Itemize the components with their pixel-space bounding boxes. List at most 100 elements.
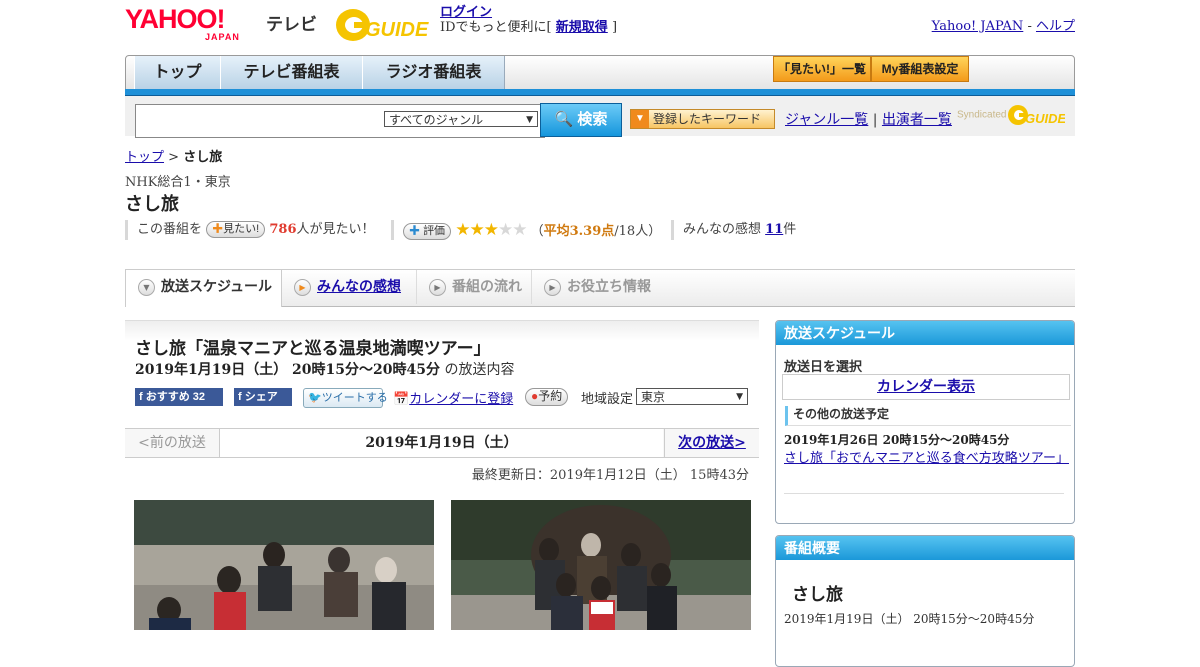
keyword-button-label: 登録したキーワード: [653, 112, 762, 126]
nav-tab-radio-schedule[interactable]: ラジオ番組表: [362, 56, 505, 89]
keyword-button[interactable]: ▼ 登録したキーワード: [630, 109, 775, 129]
triangle-down-icon: ▼: [631, 110, 649, 128]
search-area: すべてのジャンル ▼ 🔍 検索 ▼ 登録したキーワード ジャンル一覧 | 出演者一…: [125, 96, 1075, 138]
tweet-label: ツイートする: [321, 392, 388, 404]
calendar-register[interactable]: 📅カレンダーに登録: [393, 388, 513, 407]
other-broadcasts-heading: その他の放送予定: [785, 406, 1071, 426]
my-schedule-button[interactable]: My番組表設定: [871, 56, 969, 82]
performer-list-link[interactable]: 出演者一覧: [882, 112, 952, 128]
divider: [784, 493, 1064, 494]
rating-button[interactable]: ✚ 評価: [403, 223, 452, 240]
episode-box: さし旅「温泉マニアと巡る温泉地満喫ツアー」 2019年1月19日（土） 20時1…: [125, 320, 759, 413]
play-icon: ▶: [429, 278, 446, 296]
select-date-label: 放送日を選択: [784, 360, 863, 375]
genre-select[interactable]: すべてのジャンル ▼: [384, 111, 538, 127]
episode-photo-1: [134, 500, 434, 630]
episode-datetime-line: 2019年1月19日（土） 20時15分～20時45分 の放送内容: [135, 359, 514, 379]
tab-impressions-label: みんなの感想: [317, 279, 401, 295]
global-nav: トップ テレビ番組表 ラジオ番組表 「見たい!」一覧 My番組表設定: [125, 55, 1075, 91]
episode-photo-2: [451, 500, 751, 630]
impressions-unit: 件: [783, 222, 797, 237]
logo-japan-text: JAPAN: [205, 32, 240, 42]
mitai-suffix: 人が見たい！: [296, 222, 375, 237]
mitai-button[interactable]: ✚見たい!: [206, 221, 266, 238]
gguide-small-logo: GUIDE: [1008, 105, 1067, 126]
syndicated-badge: Syndicated GUIDE: [957, 104, 1067, 126]
other-broadcast-date: 2019年1月26日 20時15分～20時45分: [784, 433, 1010, 447]
tab-info[interactable]: ▶ お役立ち情報: [532, 270, 667, 304]
nav-tab-top[interactable]: トップ: [134, 56, 221, 89]
login-area: ログイン IDでもっと便利に[ 新規取得 ]: [440, 5, 617, 35]
mitai-button-label: 見たい!: [223, 223, 260, 235]
plus-icon: ✚: [212, 223, 224, 235]
overview-box-header: 番組概要: [776, 536, 1074, 560]
last-updated: 最終更新日：2019年1月12日（土） 15時43分: [471, 468, 749, 483]
chevron-down-icon: ▼: [526, 115, 533, 125]
calendar-plus-icon: 📅: [393, 392, 410, 407]
overview-box: 番組概要 さし旅 2019年1月19日（土） 20時15分～20時45分: [775, 535, 1075, 667]
tab-impressions[interactable]: ▶ みんなの感想: [282, 270, 417, 304]
star-icon: ★: [512, 220, 527, 240]
breadcrumb-current: さし旅: [183, 150, 223, 165]
facebook-share-button[interactable]: f シェア: [234, 388, 292, 406]
program-tabs: ▼ 放送スケジュール ▶ みんなの感想 ▶ 番組の流れ ▶ お役立ち情報: [125, 269, 1075, 307]
link-divider: |: [872, 112, 878, 128]
yahoo-japan-logo[interactable]: YAHOO! JAPAN テレビ: [125, 4, 317, 43]
login-link[interactable]: ログイン: [440, 5, 492, 20]
episode-title: さし旅「温泉マニアと巡る温泉地満喫ツアー」: [135, 339, 491, 359]
help-link[interactable]: ヘルプ: [1036, 19, 1075, 34]
star-icon: ★: [455, 220, 470, 240]
twitter-icon: 🐦: [308, 392, 322, 404]
next-broadcast[interactable]: 次の放送>: [664, 429, 759, 457]
plus-icon: ✚: [409, 225, 420, 237]
other-broadcast-link: さし旅「おでんマニアと巡る食べ方攻略ツアー」: [784, 451, 1069, 466]
tweet-button[interactable]: 🐦ツイートする: [303, 388, 388, 408]
reserve-button[interactable]: ●予約: [525, 388, 569, 406]
mitai-count: 786: [269, 222, 297, 237]
current-broadcast-date: 2019年1月19日（土）: [220, 429, 663, 457]
nav-accent-bar: [125, 89, 1075, 96]
rating-count: /18人）: [614, 224, 662, 239]
tab-flow[interactable]: ▶ 番組の流れ: [417, 270, 532, 304]
program-stats: この番組を ✚見たい! 786人が見たい！ ✚ 評価 ★★★★★ （平均3.39…: [125, 220, 1075, 242]
register-link[interactable]: 新規取得: [556, 20, 608, 35]
region-select[interactable]: 東京 ▼: [636, 388, 748, 405]
yahoo-japan-link[interactable]: Yahoo! JAPAN: [932, 19, 1024, 34]
tab-schedule[interactable]: ▼ 放送スケジュール: [125, 269, 282, 307]
gguide-logo: GUIDE: [335, 7, 433, 47]
tab-schedule-label: 放送スケジュール: [161, 279, 273, 295]
login-close: ]: [611, 20, 618, 35]
mitai-prefix: この番組を: [137, 222, 203, 237]
region-label: 地域設定: [581, 392, 634, 407]
mitai-list-button[interactable]: 「見たい!」一覧: [773, 56, 871, 82]
login-text: IDでもっと便利に[: [440, 20, 552, 35]
overview-title: さし旅: [792, 585, 843, 605]
schedule-box-header: 放送スケジュール: [776, 321, 1074, 345]
star-icon: ★: [483, 220, 499, 240]
other-broadcast-item[interactable]: さし旅「おでんマニアと巡る食べ方攻略ツアー」: [784, 449, 1069, 468]
facebook-recommend-button[interactable]: f おすすめ 32: [135, 388, 223, 406]
prev-broadcast: <前の放送: [125, 429, 220, 457]
logo-tv-text: テレビ: [266, 15, 317, 34]
calendar-display-button[interactable]: カレンダー表示: [782, 374, 1070, 400]
logo-yahoo-text: YAHOO!: [125, 4, 226, 34]
region-selected: 東京: [641, 390, 666, 404]
rating-average: 平均3.39点: [543, 224, 615, 239]
calendar-register-link: カレンダーに登録: [409, 392, 514, 407]
calendar-display-link: カレンダー表示: [877, 379, 975, 395]
breadcrumb-top-link[interactable]: トップ: [125, 150, 164, 165]
rating-button-label: 評価: [423, 225, 446, 237]
tab-info-label: お役立ち情報: [567, 279, 651, 295]
episode-datetime-suffix: の放送内容: [444, 362, 515, 378]
nav-tab-tv-schedule[interactable]: テレビ番組表: [220, 56, 363, 89]
genre-list-link[interactable]: ジャンル一覧: [785, 112, 868, 128]
search-icon: 🔍: [554, 111, 574, 128]
facebook-share-label: シェア: [244, 391, 278, 403]
search-button[interactable]: 🔍 検索: [540, 103, 622, 137]
station-name: NHK総合1・東京: [125, 175, 231, 190]
svg-text:GUIDE: GUIDE: [365, 19, 429, 41]
facebook-icon: f: [238, 391, 242, 403]
header-right-links: Yahoo! JAPAN - ヘルプ: [932, 15, 1075, 34]
impressions-count-link[interactable]: 11: [765, 222, 783, 237]
next-broadcast-link: 次の放送>: [678, 435, 746, 451]
